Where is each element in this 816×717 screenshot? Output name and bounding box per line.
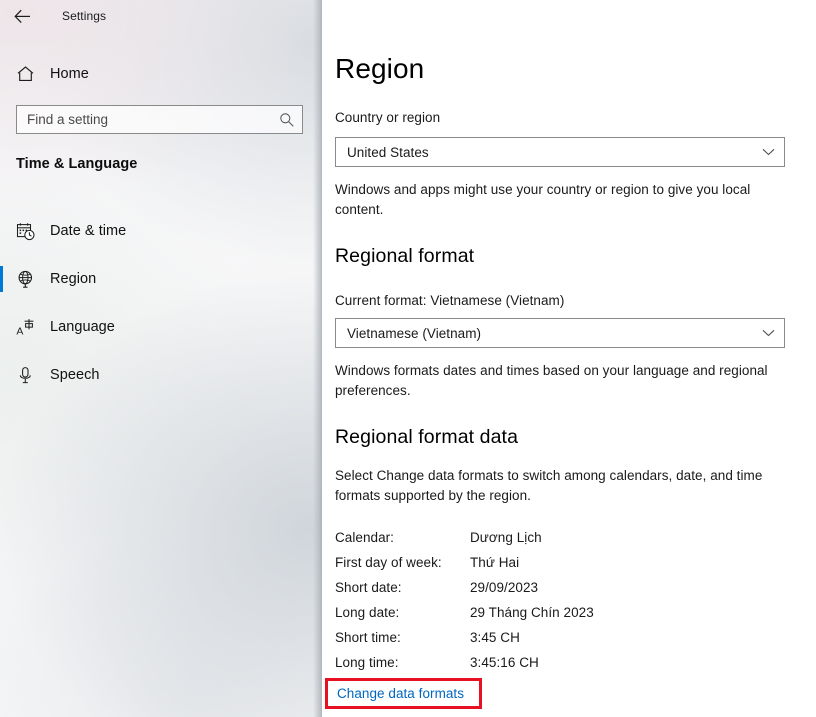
country-or-region-dropdown[interactable]: United States (335, 137, 785, 167)
sidebar-item-speech-label: Speech (50, 367, 100, 383)
table-row: Long date: 29 Tháng Chín 2023 (335, 600, 594, 625)
title-bar: Settings (0, 0, 322, 32)
chevron-down-icon (752, 329, 784, 337)
table-cell-key: Calendar: (335, 530, 394, 545)
sidebar-item-speech[interactable]: Speech (0, 351, 322, 399)
change-data-formats-link[interactable]: Change data formats (328, 686, 464, 701)
chevron-down-icon (752, 148, 784, 156)
search-input[interactable] (17, 106, 272, 133)
sidebar-item-region-label: Region (50, 271, 97, 287)
home-icon (16, 65, 46, 83)
sidebar-item-date-time-label: Date & time (50, 223, 127, 239)
sidebar-item-date-time[interactable]: Date & time (0, 207, 322, 255)
regional-format-value: Vietnamese (Vietnam) (347, 325, 482, 341)
settings-window: Settings Home Time & Language (0, 0, 816, 717)
page-title: Region (335, 53, 425, 84)
table-row: Short date: 29/09/2023 (335, 575, 594, 600)
globe-icon (16, 270, 46, 289)
regional-format-heading: Regional format (335, 245, 475, 267)
window-title: Settings (62, 9, 107, 23)
table-row: Calendar: Dương Lịch (335, 525, 594, 550)
change-data-formats-highlight: Change data formats (325, 678, 482, 709)
regional-format-dropdown[interactable]: Vietnamese (Vietnam) (335, 318, 785, 348)
country-or-region-label: Country or region (335, 110, 441, 125)
table-cell-key: Short date: (335, 580, 402, 595)
regional-format-data-table: Calendar: Dương Lịch First day of week: … (335, 525, 594, 675)
current-format-label: Current format: Vietnamese (Vietnam) (335, 293, 565, 308)
table-cell-key: First day of week: (335, 555, 442, 570)
regional-format-data-description: Select Change data formats to switch amo… (335, 468, 763, 503)
table-cell-key: Short time: (335, 630, 401, 645)
language-icon: A (16, 318, 46, 337)
table-cell-value: 29 Tháng Chín 2023 (470, 605, 594, 620)
table-row: Short time: 3:45 CH (335, 625, 594, 650)
svg-text:A: A (16, 325, 23, 337)
table-cell-value: 29/09/2023 (470, 580, 539, 595)
back-button[interactable] (0, 0, 44, 32)
main-content: Region Country or region United States W… (322, 0, 816, 717)
table-cell-value: 3:45 CH (470, 630, 520, 645)
sidebar-item-region[interactable]: Region (0, 255, 322, 303)
table-cell-value: Dương Lịch (470, 530, 542, 545)
table-cell-key: Long time: (335, 655, 399, 670)
table-cell-value: 3:45:16 CH (470, 655, 539, 670)
table-cell-key: Long date: (335, 605, 400, 620)
search-box[interactable] (16, 105, 303, 134)
search-icon[interactable] (272, 112, 302, 128)
country-or-region-value: United States (347, 144, 429, 160)
sidebar-item-language[interactable]: A Language (0, 303, 322, 351)
microphone-icon (16, 366, 46, 385)
sidebar-nav-list: Date & time Region A Language Speech (0, 207, 322, 399)
sidebar-item-home[interactable]: Home (0, 59, 322, 89)
back-arrow-icon (13, 9, 31, 24)
country-or-region-description: Windows and apps might use your country … (335, 182, 751, 217)
table-cell-value: Thứ Hai (470, 555, 520, 570)
table-row: Long time: 3:45:16 CH (335, 650, 594, 675)
sidebar-group-header: Time & Language (16, 156, 138, 172)
sidebar: Settings Home Time & Language (0, 0, 322, 717)
regional-format-description: Windows formats dates and times based on… (335, 363, 768, 398)
regional-format-data-heading: Regional format data (335, 426, 519, 448)
calendar-clock-icon (16, 222, 46, 241)
table-row: First day of week: Thứ Hai (335, 550, 594, 575)
selection-indicator (0, 266, 3, 292)
sidebar-item-home-label: Home (50, 66, 89, 82)
sidebar-item-language-label: Language (50, 319, 115, 335)
